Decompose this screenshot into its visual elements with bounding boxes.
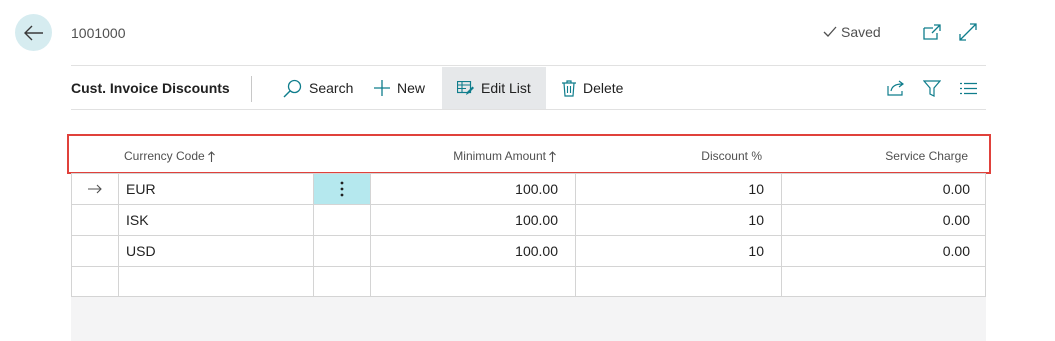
column-header-minimum-amount[interactable]: Minimum Amount <box>453 149 556 163</box>
search-button[interactable]: Search <box>283 67 353 109</box>
current-row-indicator <box>88 174 104 204</box>
currency-code-cell[interactable]: ISK <box>126 205 149 235</box>
plus-icon <box>374 80 390 96</box>
back-button[interactable] <box>15 14 52 51</box>
expand-button[interactable] <box>958 22 978 42</box>
edit-list-button[interactable]: Edit List <box>442 67 546 109</box>
list-view-button[interactable] <box>958 78 978 98</box>
table-row[interactable]: ISK 100.00 10 0.00 <box>72 204 985 235</box>
delete-label: Delete <box>583 80 624 96</box>
column-label-minimum-amount: Minimum Amount <box>453 149 546 163</box>
record-number: 1001000 <box>71 25 126 41</box>
open-new-window-icon <box>923 24 941 40</box>
column-header-service-charge[interactable]: Service Charge <box>885 149 968 163</box>
sort-ascending-icon <box>549 150 556 162</box>
table-row[interactable]: EUR 100.00 10 0.00 <box>72 173 985 204</box>
list-icon <box>959 82 977 94</box>
minimum-amount-cell[interactable]: 100.00 <box>515 205 558 235</box>
expand-icon <box>959 23 977 41</box>
new-label: New <box>397 80 426 96</box>
row-actions-menu-button[interactable] <box>314 174 370 204</box>
saved-status: Saved <box>823 24 881 40</box>
currency-code-cell[interactable]: USD <box>126 236 156 266</box>
discount-pct-cell[interactable]: 10 <box>748 236 764 266</box>
arrow-left-icon <box>23 25 43 40</box>
service-charge-cell[interactable]: 0.00 <box>943 174 970 204</box>
toolbar-divider <box>71 109 986 110</box>
currency-code-cell[interactable]: EUR <box>126 174 156 204</box>
search-label: Search <box>309 80 354 96</box>
discount-pct-cell[interactable]: 10 <box>748 205 764 235</box>
minimum-amount-cell[interactable]: 100.00 <box>515 236 558 266</box>
filter-button[interactable] <box>922 78 942 98</box>
new-button[interactable]: New <box>374 67 425 109</box>
grid-footer-area <box>71 297 986 341</box>
more-options-icon <box>340 181 344 197</box>
share-button[interactable] <box>886 78 906 98</box>
column-label-currency-code: Currency Code <box>124 149 205 163</box>
header-divider <box>71 65 986 66</box>
page-caption: Cust. Invoice Discounts <box>71 80 230 96</box>
arrow-right-icon <box>88 184 102 194</box>
data-grid: EUR 100.00 10 0.00 ISK 100.00 10 0.00 US… <box>71 173 986 297</box>
discount-pct-cell[interactable]: 10 <box>748 174 764 204</box>
table-row[interactable]: USD 100.00 10 0.00 <box>72 235 985 266</box>
open-new-window-button[interactable] <box>922 22 942 42</box>
column-header-discount-pct[interactable]: Discount % <box>701 149 762 163</box>
service-charge-cell[interactable]: 0.00 <box>943 236 970 266</box>
new-empty-row[interactable] <box>72 266 985 297</box>
saved-label: Saved <box>841 24 881 40</box>
sort-ascending-icon <box>207 150 215 162</box>
toolbar-separator <box>251 76 252 102</box>
minimum-amount-cell[interactable]: 100.00 <box>515 174 558 204</box>
service-charge-cell[interactable]: 0.00 <box>943 205 970 235</box>
edit-list-icon <box>457 80 474 95</box>
column-header-currency-code[interactable]: Currency Code <box>124 149 215 163</box>
column-label-service-charge: Service Charge <box>885 149 968 163</box>
column-header-row: Currency Code Minimum Amount Discount % … <box>71 136 986 176</box>
trash-icon <box>562 79 576 97</box>
share-icon <box>887 80 904 96</box>
edit-list-label: Edit List <box>481 80 531 96</box>
search-icon <box>283 79 302 97</box>
delete-button[interactable]: Delete <box>562 67 623 109</box>
filter-icon <box>923 79 941 97</box>
check-icon <box>823 26 837 37</box>
column-label-discount-pct: Discount % <box>701 149 762 163</box>
